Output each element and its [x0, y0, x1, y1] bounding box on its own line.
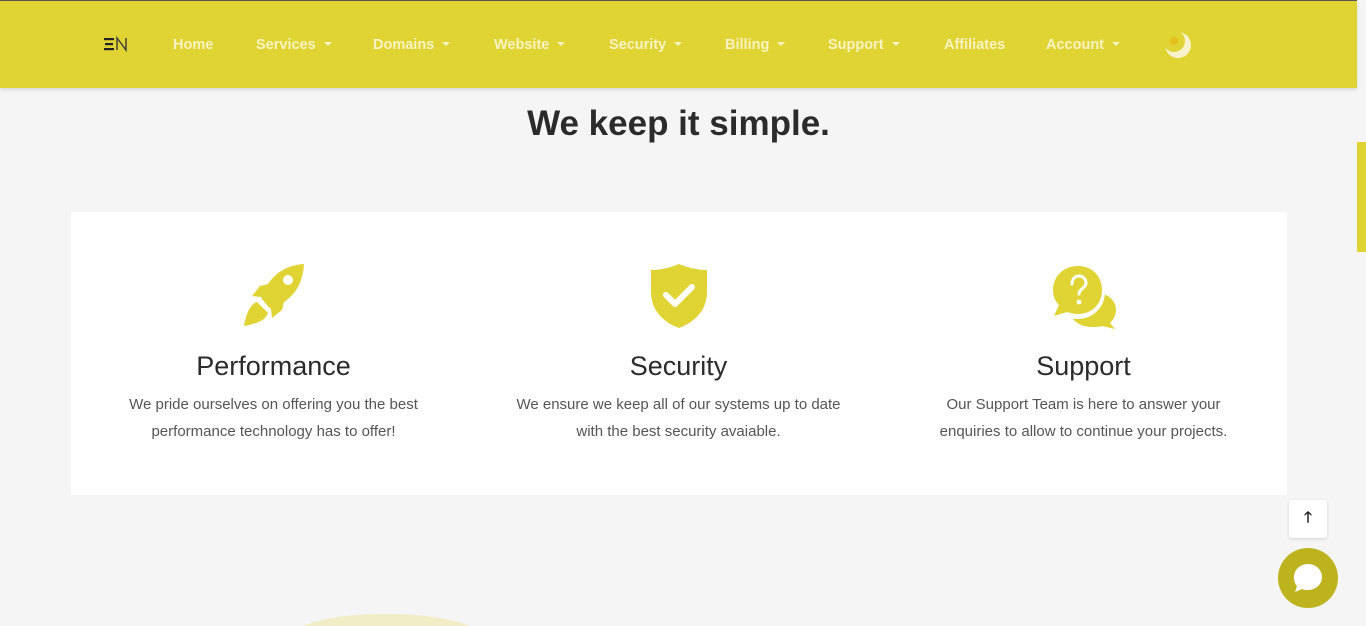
nav-website[interactable]: Website	[494, 34, 566, 56]
scroll-to-top-button[interactable]: 🡑	[1289, 500, 1327, 538]
nav-security-label: Security	[609, 37, 667, 53]
caret-down-icon	[442, 42, 451, 47]
question-chat-icon	[1050, 265, 1116, 329]
feature-title: Performance	[196, 351, 351, 381]
nav-affiliates-label: Affiliates	[944, 37, 1006, 53]
caret-down-icon	[777, 42, 786, 47]
nav-support-label: Support	[828, 37, 884, 53]
nav-services[interactable]: Services	[256, 34, 332, 56]
feature-title: Support	[1036, 351, 1131, 381]
caret-down-icon	[674, 42, 683, 47]
caret-down-icon	[891, 42, 900, 47]
nav-support[interactable]: Support	[828, 34, 900, 56]
feature-description-line-1: Our Support Team is here to answer your	[946, 396, 1221, 413]
live-chat-button[interactable]	[1278, 548, 1338, 608]
feature-description-line-2: performance technology has to offer!	[151, 423, 396, 440]
scrollbar-thumb[interactable]	[1357, 142, 1366, 252]
feature-description-line-2: enquiries to allow to continue your proj…	[939, 423, 1228, 440]
arrow-up-icon: 🡑	[1304, 508, 1312, 526]
nav-domains[interactable]: Domains	[373, 34, 451, 56]
shield-check-icon	[650, 264, 707, 328]
chat-bubble-icon	[1294, 564, 1322, 592]
nav-billing[interactable]: Billing	[725, 34, 786, 56]
rocket-icon	[243, 264, 304, 326]
caret-down-icon	[1112, 42, 1120, 47]
features-card: Performance We pride ourselves on offeri…	[71, 212, 1287, 495]
nav-account-label: Account	[1046, 37, 1104, 53]
feature-description: We ensure we keep all of our systems up …	[476, 391, 881, 445]
feature-description: Our Support Team is here to answer your e…	[881, 391, 1286, 445]
decorative-blob	[296, 614, 476, 626]
nav-home-label: Home	[173, 37, 214, 53]
nav-billing-label: Billing	[725, 37, 770, 53]
caret-down-icon	[323, 42, 332, 47]
nav-website-label: Website	[494, 37, 550, 53]
nav-domains-label: Domains	[373, 37, 435, 53]
moon-icon[interactable]	[1163, 30, 1193, 60]
feature-description: We pride ourselves on offering you the b…	[71, 391, 476, 445]
logo[interactable]	[104, 35, 130, 53]
nav-services-label: Services	[256, 37, 316, 53]
nav-home[interactable]: Home	[173, 34, 213, 56]
feature-title: Security	[629, 351, 728, 381]
section-heading: We keep it simple.	[527, 104, 830, 143]
nav-account[interactable]: Account	[1046, 34, 1120, 56]
feature-description-line-2: with the best security avaiable.	[576, 423, 781, 440]
nav-affiliates[interactable]: Affiliates	[944, 34, 1005, 56]
feature-description-line-1: We pride ourselves on offering you the b…	[129, 396, 418, 413]
feature-description-line-1: We ensure we keep all of our systems up …	[516, 396, 841, 413]
top-navbar: Home Services Domains Website Security B…	[0, 0, 1357, 88]
nav-security[interactable]: Security	[609, 34, 683, 56]
caret-down-icon	[557, 42, 566, 47]
